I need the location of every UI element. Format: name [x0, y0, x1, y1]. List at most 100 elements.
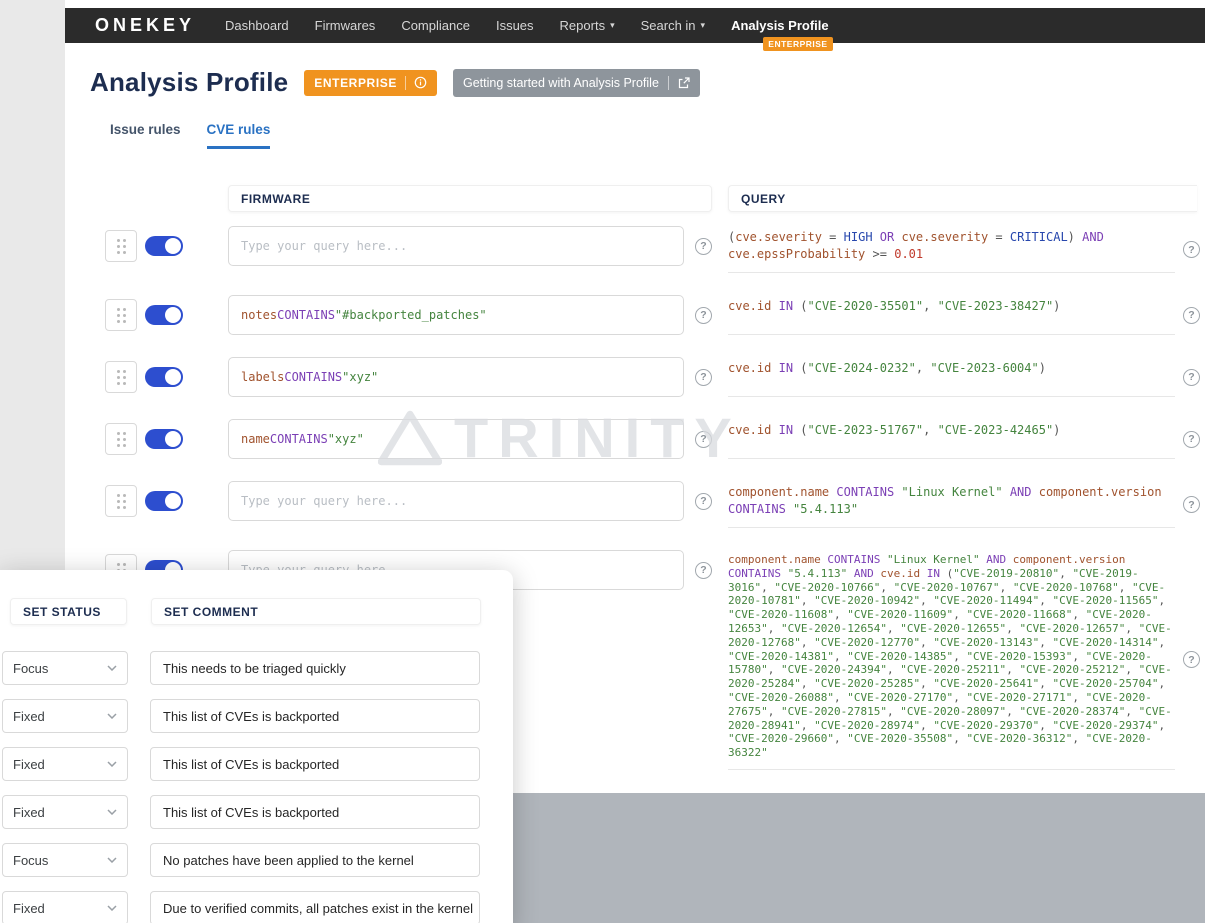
firmware-help-icon[interactable]: ? — [695, 238, 712, 255]
chevron-down-icon — [107, 665, 117, 671]
bulk-panel-header-row: SET STATUS SET COMMENT — [0, 598, 513, 625]
query-cell: component.name CONTAINS "Linux Kernel" A… — [728, 481, 1200, 528]
firmware-query-input[interactable]: Type your query here... — [228, 226, 684, 266]
firmware-query-input[interactable]: Type your query here... — [228, 481, 684, 521]
cve-query-input[interactable]: (cve.severity = HIGH OR cve.severity = C… — [728, 226, 1175, 273]
rule-row: labels CONTAINS "xyz" ? cve.id IN ("CVE-… — [105, 357, 1197, 397]
column-header-set-comment: SET COMMENT — [151, 598, 481, 625]
status-select[interactable]: Focus — [2, 651, 128, 685]
nav-item-label: Issues — [496, 18, 534, 33]
bulk-row: Fixed This list of CVEs is backported — [2, 699, 513, 733]
cve-query-input[interactable]: cve.id IN ("CVE-2020-35501", "CVE-2023-3… — [728, 295, 1175, 335]
query-cell: cve.id IN ("CVE-2023-51767", "CVE-2023-4… — [728, 419, 1200, 459]
drag-handle[interactable] — [105, 485, 137, 517]
query-help-icon[interactable]: ? — [1183, 496, 1200, 513]
firmware-query-input[interactable]: notes CONTAINS "#backported_patches" — [228, 295, 684, 335]
nav-item-search-in[interactable]: Search in ▾ — [641, 18, 705, 33]
bulk-row: Focus No patches have been applied to th… — [2, 843, 513, 877]
firmware-query-input[interactable]: labels CONTAINS "xyz" — [228, 357, 684, 397]
column-header-query: QUERY — [728, 185, 1197, 212]
firmware-help-icon[interactable]: ? — [695, 431, 712, 448]
nav-item-issues[interactable]: Issues — [496, 18, 534, 33]
nav-items: Dashboard Firmwares Compliance Issues Report… — [225, 18, 829, 33]
drag-handle[interactable] — [105, 230, 137, 262]
getting-started-button[interactable]: Getting started with Analysis Profile — [453, 69, 700, 97]
status-select[interactable]: Fixed — [2, 795, 128, 829]
nav-item-label: Dashboard — [225, 18, 289, 33]
badge-divider — [405, 76, 406, 90]
query-cell: cve.id IN ("CVE-2024-0232", "CVE-2023-60… — [728, 357, 1200, 397]
cve-query-input[interactable]: component.name CONTAINS "Linux Kernel" A… — [728, 550, 1175, 770]
firmware-query-input[interactable]: name CONTAINS "xyz" — [228, 419, 684, 459]
cve-query-input[interactable]: cve.id IN ("CVE-2023-51767", "CVE-2023-4… — [728, 419, 1175, 459]
table-header-row: FIRMWARE QUERY — [65, 149, 1205, 212]
chevron-down-icon — [107, 857, 117, 863]
cve-query-input[interactable]: component.name CONTAINS "Linux Kernel" A… — [728, 481, 1175, 528]
query-help-icon[interactable]: ? — [1183, 241, 1200, 258]
comment-input[interactable]: No patches have been applied to the kern… — [150, 843, 480, 877]
query-help-icon[interactable]: ? — [1183, 369, 1200, 386]
firmware-help-icon[interactable]: ? — [695, 562, 712, 579]
column-header-firmware: FIRMWARE — [228, 185, 712, 212]
query-cell: component.name CONTAINS "Linux Kernel" A… — [728, 550, 1200, 770]
firmware-cell: name CONTAINS "xyz" ? — [228, 419, 712, 459]
nav-item-label: Analysis Profile — [731, 18, 829, 33]
nav-item-label: Reports — [560, 18, 606, 33]
chevron-down-icon — [107, 809, 117, 815]
onekey-logo[interactable]: ONEKEY — [95, 15, 195, 36]
nav-item-compliance[interactable]: Compliance — [401, 18, 470, 33]
rule-row: name CONTAINS "xyz" ? cve.id IN ("CVE-20… — [105, 419, 1197, 459]
comment-input[interactable]: Due to verified commits, all patches exi… — [150, 891, 480, 923]
tab-cve-rules[interactable]: CVE rules — [207, 122, 271, 149]
firmware-cell: notes CONTAINS "#backported_patches" ? — [228, 295, 712, 335]
nav-item-label: Search in — [641, 18, 696, 33]
background-area — [513, 793, 1205, 923]
comment-input[interactable]: This list of CVEs is backported — [150, 699, 480, 733]
query-help-icon[interactable]: ? — [1183, 651, 1200, 668]
rule-enabled-toggle[interactable] — [145, 491, 183, 511]
bulk-edit-panel: SET STATUS SET COMMENT Focus This needs … — [0, 570, 513, 923]
nav-item-label: Firmwares — [315, 18, 376, 33]
rule-row: Type your query here... ? (cve.severity … — [105, 226, 1197, 273]
nav-item-reports[interactable]: Reports ▾ — [560, 18, 615, 33]
status-select-value: Focus — [13, 853, 48, 868]
firmware-help-icon[interactable]: ? — [695, 493, 712, 510]
nav-item-firmwares[interactable]: Firmwares — [315, 18, 376, 33]
comment-input[interactable]: This list of CVEs is backported — [150, 795, 480, 829]
drag-handle[interactable] — [105, 299, 137, 331]
chevron-down-icon — [107, 761, 117, 767]
query-cell: cve.id IN ("CVE-2020-35501", "CVE-2023-3… — [728, 295, 1200, 335]
enterprise-plan-badge[interactable]: ENTERPRISE — [304, 70, 437, 96]
status-select[interactable]: Fixed — [2, 747, 128, 781]
status-select[interactable]: Fixed — [2, 699, 128, 733]
header-spacer — [105, 185, 228, 212]
tab-issue-rules[interactable]: Issue rules — [110, 122, 181, 149]
firmware-help-icon[interactable]: ? — [695, 369, 712, 386]
rule-enabled-toggle[interactable] — [145, 367, 183, 387]
comment-input[interactable]: This list of CVEs is backported — [150, 747, 480, 781]
query-help-icon[interactable]: ? — [1183, 307, 1200, 324]
drag-handle[interactable] — [105, 423, 137, 455]
drag-handle[interactable] — [105, 361, 137, 393]
rule-enabled-toggle[interactable] — [145, 305, 183, 325]
chevron-down-icon: ▾ — [701, 20, 706, 31]
status-select[interactable]: Focus — [2, 843, 128, 877]
page-header: Analysis Profile ENTERPRISE Getting star… — [65, 43, 1205, 98]
status-select[interactable]: Fixed — [2, 891, 128, 923]
tab-bar: Issue rules CVE rules — [65, 98, 1205, 149]
firmware-help-icon[interactable]: ? — [695, 307, 712, 324]
cve-query-input[interactable]: cve.id IN ("CVE-2024-0232", "CVE-2023-60… — [728, 357, 1175, 397]
getting-started-label: Getting started with Analysis Profile — [463, 76, 659, 90]
rule-row: Type your query here... ? component.name… — [105, 481, 1197, 528]
chevron-down-icon — [107, 905, 117, 911]
nav-item-dashboard[interactable]: Dashboard — [225, 18, 289, 33]
rule-enabled-toggle[interactable] — [145, 236, 183, 256]
query-help-icon[interactable]: ? — [1183, 431, 1200, 448]
rule-enabled-toggle[interactable] — [145, 429, 183, 449]
status-select-value: Fixed — [13, 805, 45, 820]
comment-input[interactable]: This needs to be triaged quickly — [150, 651, 480, 685]
nav-item-analysis-profile[interactable]: Analysis ProfileENTERPRISE — [731, 18, 829, 33]
bulk-row: Fixed This list of CVEs is backported — [2, 747, 513, 781]
status-select-value: Fixed — [13, 901, 45, 916]
chevron-down-icon: ▾ — [610, 20, 615, 31]
